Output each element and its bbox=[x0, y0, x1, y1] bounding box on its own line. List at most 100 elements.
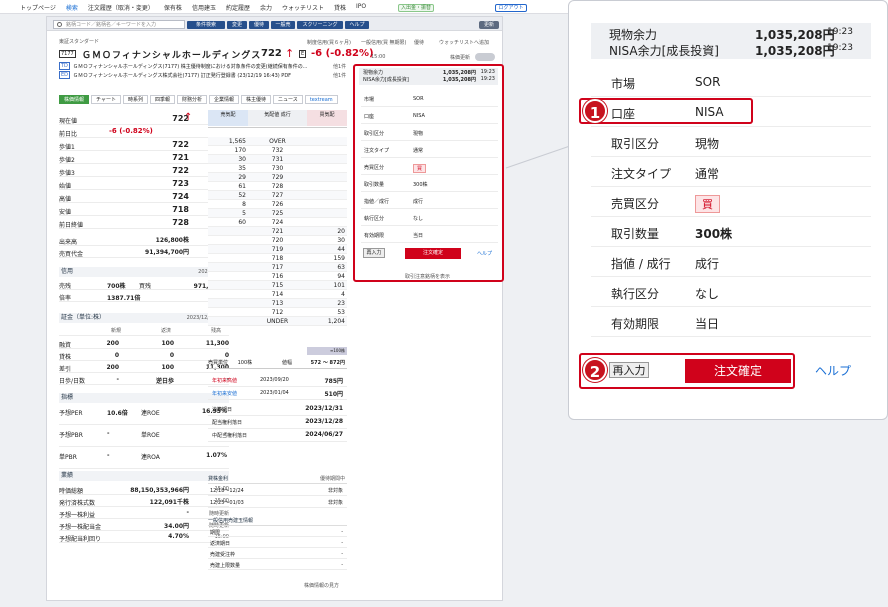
global-nav-item[interactable]: 約定履歴 bbox=[226, 3, 250, 12]
global-nav-item[interactable]: 余力 bbox=[260, 3, 272, 12]
global-nav-item[interactable]: 信用建玉 bbox=[192, 3, 216, 12]
bid-price[interactable]: 720 bbox=[248, 236, 307, 245]
condition-search-button[interactable]: 条件検索 bbox=[187, 21, 225, 29]
bid-qty[interactable]: 53 bbox=[309, 308, 345, 317]
bid-price[interactable]: 712 bbox=[248, 308, 307, 317]
order-value[interactable]: 買 bbox=[413, 164, 427, 173]
search-input[interactable]: 銘柄コード／銘柄名／キーワードを入力 bbox=[53, 20, 185, 29]
global-nav-item[interactable]: 注文履歴（取消・変更） bbox=[88, 3, 154, 12]
bid-price[interactable]: UNDER bbox=[248, 317, 307, 326]
auto-refresh-toggle[interactable] bbox=[475, 53, 495, 61]
ask-price[interactable]: 727 bbox=[248, 191, 307, 200]
bid-price[interactable]: 714 bbox=[248, 290, 307, 299]
tab-8[interactable]: textream bbox=[304, 95, 338, 104]
news-item[interactable]: ＧＭＯフィナンシャルホールディングス(7177) 株主優待制度における対象条件の… bbox=[73, 63, 308, 70]
reinput-button[interactable]: 再入力 bbox=[363, 248, 385, 258]
tab-7[interactable]: ニュース bbox=[273, 95, 303, 104]
confirm-order-button[interactable]: 注文確定 bbox=[405, 248, 461, 259]
ask-price[interactable]: 732 bbox=[248, 146, 307, 155]
perf-label: 予想一株利益 bbox=[59, 512, 96, 519]
global-nav-item[interactable]: トップページ bbox=[20, 3, 56, 12]
ask-price[interactable]: OVER bbox=[248, 137, 307, 146]
yutai-button[interactable]: 優待 bbox=[249, 21, 269, 29]
bid-qty[interactable]: 4 bbox=[309, 290, 345, 299]
ask-qty[interactable]: 5 bbox=[208, 209, 246, 218]
ask-qty[interactable]: 29 bbox=[208, 173, 246, 182]
tab-0[interactable]: 株価情報 bbox=[59, 95, 90, 104]
zoom-help-link[interactable]: ヘルプ bbox=[815, 362, 851, 379]
ask-price[interactable]: 725 bbox=[248, 209, 307, 218]
global-nav-item[interactable]: IPO bbox=[356, 3, 366, 12]
general-value: - bbox=[341, 551, 343, 557]
zoom-confirm-button[interactable]: 注文確定 bbox=[685, 359, 791, 383]
bid-qty[interactable]: 44 bbox=[309, 245, 345, 254]
ask-qty[interactable]: 170 bbox=[208, 146, 246, 155]
margin-link-2[interactable]: 一般信用(買 無期限) bbox=[361, 39, 407, 46]
ask-price[interactable]: 729 bbox=[248, 173, 307, 182]
ask-price[interactable]: 724 bbox=[248, 218, 307, 227]
ask-qty[interactable]: 1,565 bbox=[208, 137, 246, 146]
global-nav-item[interactable]: ウォッチリスト bbox=[282, 3, 324, 12]
watchlist-add-link[interactable]: ウォッチリストへ追加 bbox=[439, 39, 489, 46]
ask-price[interactable]: 728 bbox=[248, 182, 307, 191]
shoukin-cell: 融資 bbox=[59, 342, 72, 349]
bid-price[interactable]: 719 bbox=[248, 245, 307, 254]
ask-price[interactable]: 726 bbox=[248, 200, 307, 209]
bid-price[interactable]: 717 bbox=[248, 263, 307, 272]
order-help-link[interactable]: ヘルプ bbox=[477, 250, 492, 257]
bid-qty[interactable]: 20 bbox=[309, 227, 345, 236]
ind-label: 連ROA bbox=[141, 454, 160, 461]
bid-price[interactable]: 715 bbox=[248, 281, 307, 290]
bid-qty[interactable]: 30 bbox=[309, 236, 345, 245]
order-row: 有効期限 当日 bbox=[361, 226, 498, 243]
tab-4[interactable]: 財務分析 bbox=[177, 95, 208, 104]
ask-price[interactable]: 730 bbox=[248, 164, 307, 173]
ask-qty[interactable]: 60 bbox=[208, 218, 246, 227]
step-1-badge: 1 bbox=[583, 99, 607, 123]
bid-qty[interactable]: 23 bbox=[309, 299, 345, 308]
bid-qty[interactable]: 94 bbox=[309, 272, 345, 281]
bid-price[interactable]: 716 bbox=[248, 272, 307, 281]
bid-qty[interactable]: 63 bbox=[309, 263, 345, 272]
bid-price[interactable]: 721 bbox=[248, 227, 307, 236]
margin-link-1[interactable]: 制度信用(買６ヶ月) bbox=[307, 39, 351, 46]
global-nav-item[interactable]: 検索 bbox=[66, 3, 78, 12]
zoom-reinput-button[interactable]: 再入力 bbox=[609, 362, 649, 378]
tab-5[interactable]: 企業情報 bbox=[209, 95, 240, 104]
bid-header: 買気配 bbox=[307, 110, 347, 126]
yutai-link[interactable]: 優待 bbox=[414, 39, 424, 46]
zoom-value[interactable]: 買 bbox=[695, 195, 720, 213]
general-sell-button[interactable]: 一般売 bbox=[271, 21, 295, 29]
zoom-row: 指値 / 成行 成行 bbox=[591, 247, 871, 277]
refresh-button[interactable]: 更新 bbox=[479, 21, 499, 29]
deposit-button[interactable]: 入出金・振替 bbox=[398, 4, 434, 12]
bid-price[interactable]: 718 bbox=[248, 254, 307, 263]
tab-3[interactable]: 四季報 bbox=[149, 95, 175, 104]
ask-qty[interactable]: 61 bbox=[208, 182, 246, 191]
global-nav-item[interactable]: 貸株 bbox=[334, 3, 346, 12]
screening-button[interactable]: スクリーニング bbox=[297, 21, 343, 29]
guide-link[interactable]: 株価情報の見方 bbox=[304, 582, 339, 589]
tab-2[interactable]: 時系列 bbox=[122, 95, 148, 104]
bid-qty[interactable]: 1,204 bbox=[309, 317, 345, 326]
ask-price[interactable]: 731 bbox=[248, 155, 307, 164]
global-nav-item[interactable]: 保有株 bbox=[164, 3, 182, 12]
news-item[interactable]: ＧＭＯフィナンシャルホールディングス株式会社(7177) 訂正発行登録書 (23… bbox=[73, 72, 291, 79]
ask-qty[interactable]: 8 bbox=[208, 200, 246, 209]
tab-6[interactable]: 株主優待 bbox=[241, 95, 272, 104]
bid-qty[interactable]: 101 bbox=[309, 281, 345, 290]
bid-price[interactable]: 713 bbox=[248, 299, 307, 308]
ind-label: 連ROE bbox=[141, 410, 160, 417]
board-unit-row: 売買単位 100株 値幅 572 〜 872円 bbox=[208, 359, 347, 369]
ind-label: 予想PER bbox=[59, 410, 83, 417]
zoom-value: 300株 bbox=[695, 227, 733, 241]
help-button[interactable]: ヘルプ bbox=[345, 21, 369, 29]
bid-qty[interactable]: 159 bbox=[309, 254, 345, 263]
ask-qty[interactable]: 52 bbox=[208, 191, 246, 200]
change-button[interactable]: 変更 bbox=[227, 21, 247, 29]
ask-qty[interactable]: 30 bbox=[208, 155, 246, 164]
caution-stock-link[interactable]: 取引注意銘柄を表示 bbox=[405, 273, 450, 280]
tab-1[interactable]: チャート bbox=[91, 95, 121, 104]
ask-qty[interactable]: 35 bbox=[208, 164, 246, 173]
ind-label: 予想PBR bbox=[59, 432, 83, 439]
